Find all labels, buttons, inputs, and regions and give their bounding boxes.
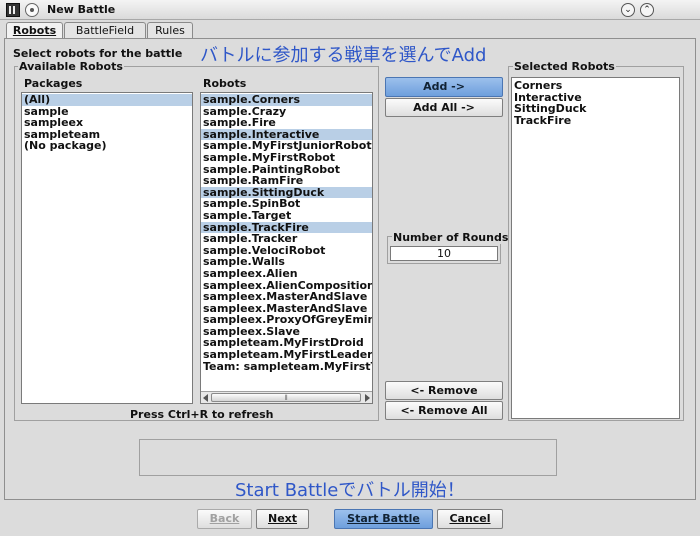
add-all-button[interactable]: Add All -> [385, 98, 503, 117]
back-label: Back [209, 512, 240, 525]
next-label: Next [267, 512, 298, 525]
robots-list[interactable]: sample.Corners sample.Crazy sample.Fire sam… [200, 92, 373, 404]
remove-button[interactable]: <- Remove [385, 381, 503, 400]
scroll-left-icon[interactable] [203, 394, 208, 402]
robots-rows: sample.Corners sample.Crazy sample.Fire sam… [201, 94, 372, 372]
next-button[interactable]: Next [256, 509, 309, 529]
scroll-thumb[interactable]: ⦀ [211, 393, 361, 402]
selected-robots-title: Selected Robots [513, 60, 616, 73]
cancel-button[interactable]: Cancel [437, 509, 503, 529]
cancel-label: Cancel [449, 512, 491, 525]
window-menu-icon[interactable] [25, 3, 39, 17]
window-title: New Battle [47, 3, 116, 16]
start-battle-button[interactable]: Start Battle [334, 509, 433, 529]
back-button: Back [197, 509, 252, 529]
list-item[interactable]: TrackFire [512, 115, 679, 127]
list-item[interactable]: sampleteam.MyFirstLeader [201, 349, 372, 361]
refresh-hint: Press Ctrl+R to refresh [130, 408, 274, 421]
maximize-icon[interactable]: ⌃ [640, 3, 654, 17]
annotation-bottom: Start Battleでバトル開始！ [235, 480, 465, 501]
selected-robots-list[interactable]: Corners Interactive SittingDuck TrackFire [511, 77, 680, 419]
list-item[interactable]: (All) [22, 94, 192, 106]
remove-all-button[interactable]: <- Remove All [385, 401, 503, 420]
rounds-label: Number of Rounds [392, 231, 510, 244]
list-item[interactable]: sampleex.Alien [201, 268, 372, 280]
list-item[interactable]: sample.RamFire [201, 175, 372, 187]
robots-header: Robots [203, 77, 247, 90]
annotation-top: バトルに参加する戦車を選んでAdd [200, 45, 487, 66]
list-item[interactable]: sample.MyFirstRobot [201, 152, 372, 164]
packages-list[interactable]: (All) sample sampleex sampleteam (No package… [21, 92, 193, 404]
title-bar: New Battle ⌄ ⌃ [0, 0, 700, 20]
minimize-icon[interactable]: ⌄ [621, 3, 635, 17]
scroll-right-icon[interactable] [365, 394, 370, 402]
robots-scrollbar[interactable]: ⦀ [201, 391, 372, 403]
add-button[interactable]: Add -> [385, 77, 503, 97]
packages-header: Packages [24, 77, 83, 90]
list-item[interactable]: sampleex.MasterAndSlave [201, 291, 372, 303]
tab-rules[interactable]: Rules [147, 22, 193, 38]
tab-battlefield[interactable]: BattleField [64, 22, 146, 38]
start-battle-label: Start Battle [347, 512, 420, 525]
instruction-label: Select robots for the battle [13, 47, 183, 60]
tab-robots[interactable]: Robots [6, 22, 63, 39]
list-item[interactable]: Corners [512, 80, 679, 92]
list-item[interactable]: Team: sampleteam.MyFirstTe [201, 361, 372, 373]
rounds-input[interactable]: 10 [390, 246, 498, 261]
description-box [139, 439, 557, 476]
list-item[interactable]: sample.Corners [201, 94, 372, 106]
list-item[interactable]: (No package) [22, 140, 192, 152]
app-icon [6, 3, 20, 17]
list-item[interactable]: sample.Target [201, 210, 372, 222]
available-robots-title: Available Robots [18, 60, 124, 73]
list-item[interactable]: sample.Tracker [201, 233, 372, 245]
tab-label: Robots [12, 24, 57, 37]
